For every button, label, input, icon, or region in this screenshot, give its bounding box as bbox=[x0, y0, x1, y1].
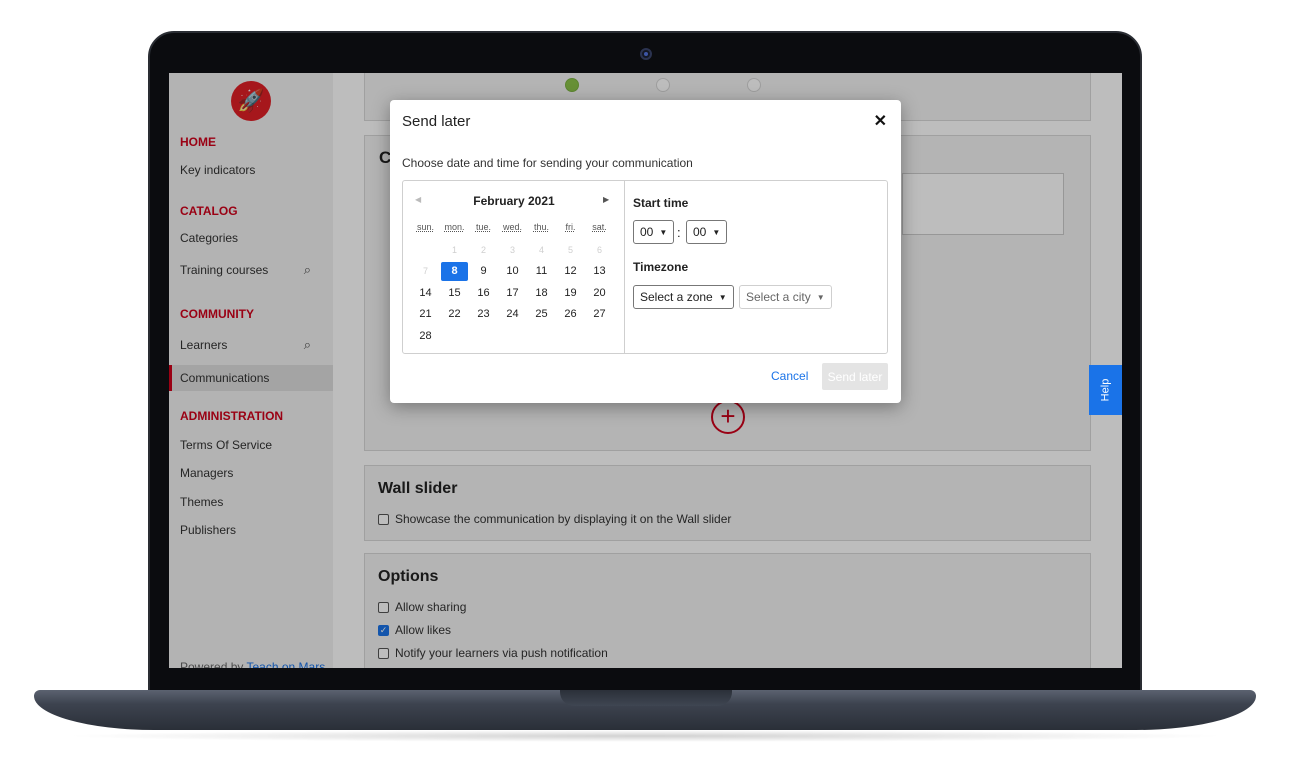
calendar-day[interactable]: 20 bbox=[585, 282, 614, 304]
calendar-day[interactable]: 3 bbox=[498, 239, 527, 261]
calendar-day[interactable]: 22 bbox=[440, 304, 469, 326]
calendar-day[interactable]: 1 bbox=[440, 239, 469, 261]
calendar-day[interactable]: 2 bbox=[469, 239, 498, 261]
cancel-button[interactable]: Cancel bbox=[771, 369, 808, 383]
laptop-shadow bbox=[60, 730, 1230, 742]
calendar-day[interactable]: 10 bbox=[498, 261, 527, 283]
zone-select[interactable]: Select a zone ▼ bbox=[633, 285, 734, 309]
chevron-down-icon: ▼ bbox=[659, 227, 668, 237]
calendar-weekday: sat. bbox=[592, 222, 607, 232]
close-icon[interactable]: ✕ bbox=[874, 111, 887, 131]
calendar-day[interactable]: 11 bbox=[527, 261, 556, 283]
send-later-modal: Send later ✕ Choose date and time for se… bbox=[390, 100, 901, 403]
calendar-day[interactable]: 6 bbox=[585, 239, 614, 261]
calendar-day[interactable]: 7 bbox=[411, 261, 440, 283]
zone-select-value: Select a zone bbox=[640, 290, 713, 304]
city-select-value: Select a city bbox=[746, 290, 811, 304]
calendar-day[interactable]: 21 bbox=[411, 304, 440, 326]
screen: 🚀 HOME Key indicators CATALOG Categories… bbox=[169, 73, 1122, 668]
calendar-day[interactable]: 8 bbox=[441, 261, 468, 281]
calendar-days: 1 2 3 4 5 6 7 8 9 10 11 12 13 14 15 16 17 18 19 20 21 22 23 24 2… bbox=[411, 239, 614, 347]
calendar-day[interactable]: 26 bbox=[556, 304, 585, 326]
chevron-down-icon: ▼ bbox=[712, 227, 721, 237]
calendar-day[interactable]: 16 bbox=[469, 282, 498, 304]
calendar-weekdays: sun. mon. tue. wed. thu. fri. sat. bbox=[411, 222, 614, 232]
calendar-weekday: thu. bbox=[533, 222, 549, 232]
calendar-day[interactable]: 5 bbox=[556, 239, 585, 261]
webcam bbox=[640, 48, 652, 60]
calendar-day[interactable]: 18 bbox=[527, 282, 556, 304]
calendar-day bbox=[411, 239, 440, 261]
modal-subtitle: Choose date and time for sending your co… bbox=[402, 156, 693, 170]
chevron-down-icon: ▼ bbox=[816, 292, 825, 302]
send-later-button[interactable]: Send later bbox=[822, 363, 888, 390]
calendar-day[interactable]: 9 bbox=[469, 261, 498, 283]
calendar-day[interactable]: 24 bbox=[498, 304, 527, 326]
calendar-weekday: tue. bbox=[475, 222, 491, 232]
help-tab-label: Help bbox=[1099, 378, 1112, 402]
modal-title: Send later bbox=[402, 113, 471, 130]
calendar-day[interactable]: 4 bbox=[527, 239, 556, 261]
calendar-day[interactable]: 25 bbox=[527, 304, 556, 326]
minute-select[interactable]: 00 ▼ bbox=[686, 220, 728, 244]
calendar-day[interactable]: 12 bbox=[556, 261, 585, 283]
hour-value: 00 bbox=[640, 225, 654, 239]
calendar-weekday: sun. bbox=[416, 222, 434, 232]
hour-select[interactable]: 00 ▼ bbox=[633, 220, 675, 244]
timezone-label: Timezone bbox=[633, 260, 689, 274]
start-time-label: Start time bbox=[633, 196, 689, 210]
calendar-day[interactable]: 23 bbox=[469, 304, 498, 326]
minute-value: 00 bbox=[693, 225, 707, 239]
calendar-day[interactable]: 27 bbox=[585, 304, 614, 326]
laptop-notch bbox=[560, 690, 732, 706]
calendar-weekday: mon. bbox=[444, 222, 465, 232]
calendar-day[interactable]: 15 bbox=[440, 282, 469, 304]
calendar: ◀ February 2021 ▶ sun. mon. tue. wed. thu. fr… bbox=[403, 181, 625, 353]
city-select[interactable]: Select a city ▼ bbox=[739, 285, 832, 309]
calendar-day[interactable]: 17 bbox=[498, 282, 527, 304]
time-separator: : bbox=[677, 225, 681, 240]
calendar-day[interactable]: 14 bbox=[411, 282, 440, 304]
help-tab[interactable]: Help bbox=[1089, 365, 1122, 415]
calendar-day[interactable]: 28 bbox=[411, 325, 440, 347]
calendar-day[interactable]: 13 bbox=[585, 261, 614, 283]
next-month-icon[interactable]: ▶ bbox=[603, 195, 609, 204]
calendar-day[interactable]: 19 bbox=[556, 282, 585, 304]
calendar-weekday: wed. bbox=[502, 222, 522, 232]
chevron-down-icon: ▼ bbox=[718, 292, 727, 302]
calendar-weekday: fri. bbox=[565, 222, 576, 232]
calendar-month: February 2021 bbox=[473, 194, 555, 208]
date-time-picker: ◀ February 2021 ▶ sun. mon. tue. wed. thu. fr… bbox=[402, 180, 888, 354]
